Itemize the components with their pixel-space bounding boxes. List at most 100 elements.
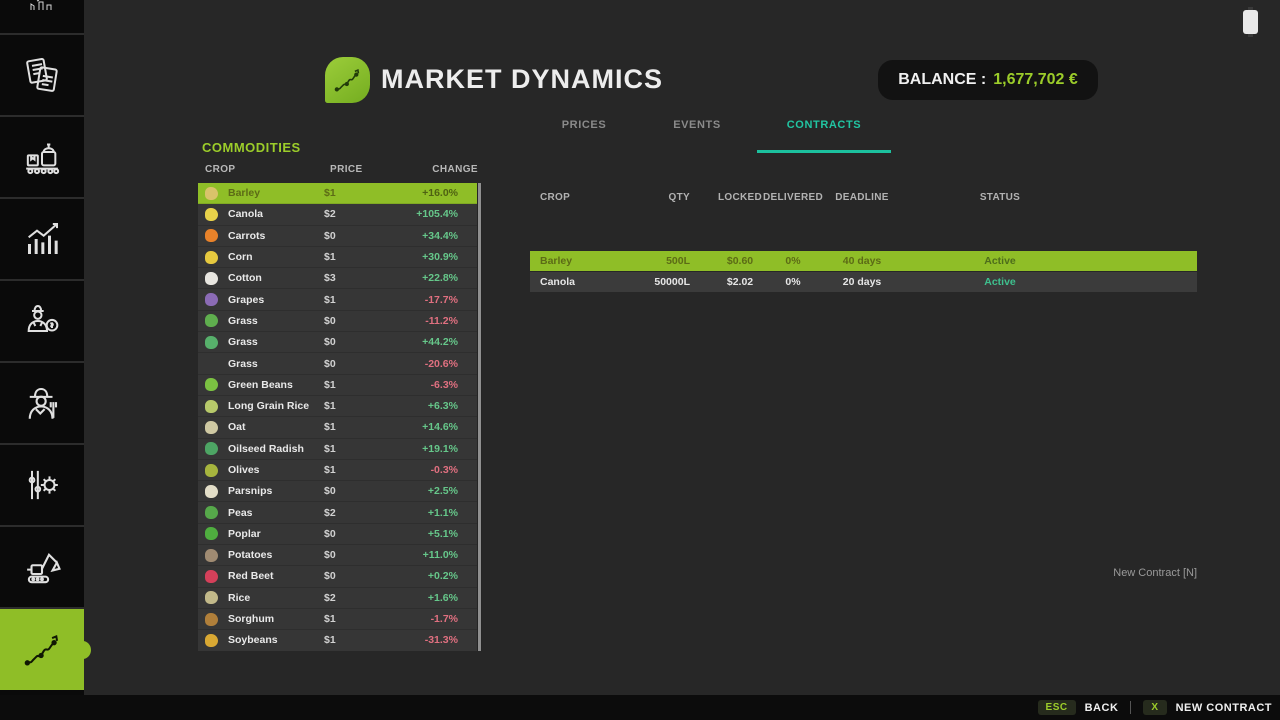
sidebar-item-map[interactable] xyxy=(0,0,84,33)
new-contract-button[interactable]: X NEW CONTRACT xyxy=(1143,700,1272,715)
commodity-row[interactable]: Corn $1 +30.9% xyxy=(198,247,482,268)
crop-price: $2 xyxy=(324,507,366,519)
crop-price: $1 xyxy=(324,634,366,646)
commodities-scrollbar[interactable] xyxy=(477,183,482,651)
crop-icon xyxy=(205,272,218,285)
commodity-row[interactable]: Grass $0 -11.2% xyxy=(198,311,482,332)
crop-change: +5.1% xyxy=(366,528,482,540)
commodity-list: Barley $1 +16.0% Canola $2 +105.4% Carro… xyxy=(198,183,482,651)
commodity-row[interactable]: Rice $2 +1.6% xyxy=(198,588,482,609)
crop-price: $0 xyxy=(324,528,366,540)
phone-icon[interactable] xyxy=(1243,10,1258,34)
crop-icon xyxy=(205,570,218,583)
commodity-row[interactable]: Barley $1 +16.0% xyxy=(198,183,482,204)
sidebar-item-farmer[interactable] xyxy=(0,361,84,443)
tab-events[interactable]: EVENTS xyxy=(647,119,747,131)
crop-name: Red Beet xyxy=(228,570,324,582)
crop-price: $1 xyxy=(324,379,366,391)
settings-icon xyxy=(22,465,62,505)
crop-icon xyxy=(205,421,218,434)
footer-divider xyxy=(1130,701,1131,714)
tab-contracts[interactable]: CONTRACTS xyxy=(774,119,874,131)
new-contract-hint: New Contract [N] xyxy=(1000,567,1197,579)
commodities-title: COMMODITIES xyxy=(202,140,301,155)
back-button[interactable]: ESC BACK xyxy=(1038,700,1119,715)
crop-icon xyxy=(205,378,218,391)
sidebar-item-finances[interactable] xyxy=(0,279,84,361)
commodity-row[interactable]: Green Beans $1 -6.3% xyxy=(198,375,482,396)
sidebar-item-contracts[interactable] xyxy=(0,33,84,115)
crop-price: $0 xyxy=(324,315,366,327)
crop-name: Parsnips xyxy=(228,485,324,497)
farmer-icon xyxy=(21,382,63,424)
crop-icon xyxy=(205,187,218,200)
sidebar-item-construction[interactable] xyxy=(0,525,84,607)
crop-change: +14.6% xyxy=(366,421,482,433)
crop-name: Potatoes xyxy=(228,549,324,561)
commodity-row[interactable]: Oat $1 +14.6% xyxy=(198,417,482,438)
commodity-row[interactable]: Grass $0 +44.2% xyxy=(198,332,482,353)
commodity-row[interactable]: Potatoes $0 +11.0% xyxy=(198,545,482,566)
commodity-row[interactable]: Parsnips $0 +2.5% xyxy=(198,481,482,502)
sidebar-item-statistics[interactable] xyxy=(0,197,84,279)
crop-change: +105.4% xyxy=(366,208,482,220)
contracts-documents-icon xyxy=(22,55,62,95)
crop-icon xyxy=(205,549,218,562)
crop-icon xyxy=(205,229,218,242)
map-partial-icon xyxy=(27,0,57,12)
crop-change: +2.5% xyxy=(366,485,482,497)
crop-price: $1 xyxy=(324,294,366,306)
finances-icon xyxy=(22,301,62,341)
contract-status: Active xyxy=(920,276,1080,288)
contract-row[interactable]: Canola 50000L $2.02 0% 20 days Active xyxy=(530,272,1197,292)
crop-icon xyxy=(205,527,218,540)
bottom-bar: ESC BACK X NEW CONTRACT xyxy=(0,695,1280,720)
commodity-row[interactable]: Cotton $3 +22.8% xyxy=(198,268,482,289)
crop-change: -11.2% xyxy=(366,315,482,327)
sidebar-item-settings[interactable] xyxy=(0,443,84,525)
commodity-row[interactable]: Long Grain Rice $1 +6.3% xyxy=(198,396,482,417)
crop-icon xyxy=(205,208,218,221)
crop-icon xyxy=(205,400,218,413)
crop-change: -31.3% xyxy=(366,634,482,646)
commodity-row[interactable]: Soybeans $1 -31.3% xyxy=(198,630,482,651)
crop-icon xyxy=(205,336,218,349)
x-keycap: X xyxy=(1143,700,1166,715)
crop-price: $0 xyxy=(324,485,366,497)
crop-price: $1 xyxy=(324,251,366,263)
commodity-row[interactable]: Sorghum $1 -1.7% xyxy=(198,609,482,630)
commodity-row[interactable]: Grass $0 -20.6% xyxy=(198,353,482,374)
contracts-header: CROP QTY LOCKED DELIVERED DEADLINE STATU… xyxy=(530,188,1197,202)
crop-name: Oilseed Radish xyxy=(228,443,324,455)
commodity-row[interactable]: Canola $2 +105.4% xyxy=(198,204,482,225)
crop-change: +1.1% xyxy=(366,507,482,519)
crop-price: $1 xyxy=(324,464,366,476)
contract-qty: 500L xyxy=(590,255,690,267)
esc-keycap: ESC xyxy=(1038,700,1076,715)
crop-name: Soybeans xyxy=(228,634,324,646)
crop-name: Green Beans xyxy=(228,379,324,391)
production-icon xyxy=(22,137,62,177)
commodity-row[interactable]: Olives $1 -0.3% xyxy=(198,460,482,481)
crop-icon xyxy=(205,591,218,604)
contracts-col-status: STATUS xyxy=(920,192,1080,203)
commodity-row[interactable]: Grapes $1 -17.7% xyxy=(198,289,482,310)
crop-name: Long Grain Rice xyxy=(228,400,324,412)
tab-prices[interactable]: PRICES xyxy=(534,119,634,131)
active-tab-underline xyxy=(757,150,891,153)
crop-price: $1 xyxy=(324,421,366,433)
crop-price: $0 xyxy=(324,336,366,348)
contracts-col-qty: QTY xyxy=(590,192,690,203)
crop-name: Barley xyxy=(228,187,324,199)
contract-deadline: 20 days xyxy=(817,276,907,288)
commodity-row[interactable]: Poplar $0 +5.1% xyxy=(198,524,482,545)
commodity-row[interactable]: Red Beet $0 +0.2% xyxy=(198,566,482,587)
scrollbar-thumb[interactable] xyxy=(478,183,481,651)
sidebar-item-production[interactable] xyxy=(0,115,84,197)
commodity-row[interactable]: Peas $2 +1.1% xyxy=(198,502,482,523)
crop-price: $0 xyxy=(324,358,366,370)
contract-row[interactable]: Barley 500L $0.60 0% 40 days Active xyxy=(530,251,1197,271)
commodity-row[interactable]: Oilseed Radish $1 +19.1% xyxy=(198,439,482,460)
sidebar-item-market-dynamics[interactable] xyxy=(0,607,84,690)
commodity-row[interactable]: Carrots $0 +34.4% xyxy=(198,226,482,247)
